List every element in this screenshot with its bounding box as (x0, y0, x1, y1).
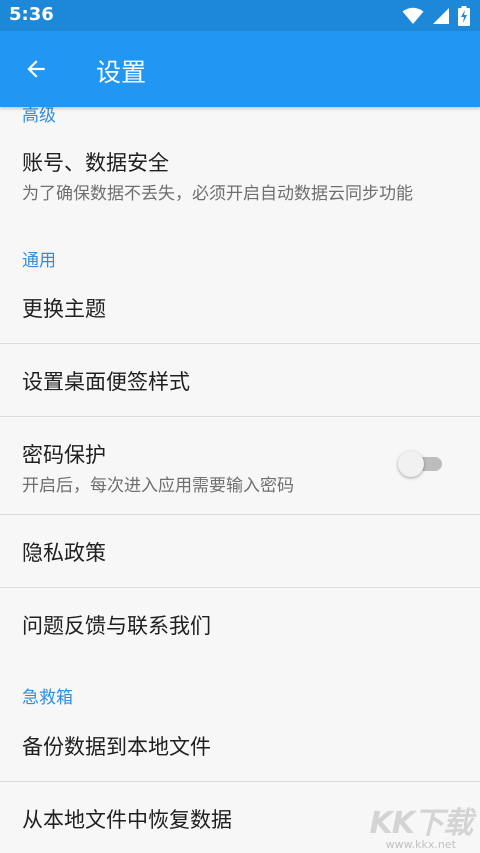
watermark: KK下载 www.kkx.net (370, 798, 473, 851)
watermark-logo: KK下载 (369, 806, 473, 841)
section-header-advanced: 高级 (22, 107, 56, 126)
item-title: 备份数据到本地文件 (22, 735, 211, 759)
status-time: 5:36 (9, 4, 54, 25)
page-title: 设置 (96, 58, 147, 87)
item-title: 账号、数据安全 (22, 151, 169, 175)
app-bar: 设置 (0, 31, 480, 107)
settings-item-privacy-policy[interactable]: 隐私政策 (0, 515, 480, 587)
section-header-emergency: 急救箱 (22, 688, 73, 708)
item-subtitle: 为了确保数据不丢失，必须开启自动数据云同步功能 (22, 184, 413, 204)
item-subtitle: 开启后，每次进入应用需要输入密码 (22, 476, 294, 496)
toggle-thumb (398, 451, 424, 477)
settings-item-widget-style[interactable]: 设置桌面便签样式 (0, 344, 480, 416)
item-title: 设置桌面便签样式 (22, 370, 190, 394)
settings-list[interactable]: 高级 账号、数据安全 为了确保数据不丢失，必须开启自动数据云同步功能 通用 更换… (0, 107, 480, 853)
password-toggle-switch[interactable] (398, 451, 446, 477)
battery-charging-icon (458, 6, 470, 26)
settings-item-theme[interactable]: 更换主题 (0, 279, 480, 343)
settings-item-feedback[interactable]: 问题反馈与联系我们 (0, 588, 480, 660)
section-header-general: 通用 (22, 251, 56, 271)
settings-item-backup[interactable]: 备份数据到本地文件 (0, 717, 480, 781)
item-title: 问题反馈与联系我们 (22, 614, 211, 638)
item-title: 隐私政策 (22, 541, 106, 565)
wifi-icon (402, 7, 424, 24)
arrow-back-icon (27, 60, 45, 78)
back-button[interactable] (14, 47, 58, 91)
settings-item-password-protection[interactable]: 密码保护 开启后，每次进入应用需要输入密码 (0, 417, 480, 514)
settings-item-account-security[interactable]: 账号、数据安全 为了确保数据不丢失，必须开启自动数据云同步功能 (0, 135, 480, 215)
status-icons (402, 6, 470, 26)
cell-signal-icon (433, 8, 449, 24)
item-title: 密码保护 (22, 443, 106, 467)
status-bar: 5:36 (0, 0, 480, 31)
item-title: 从本地文件中恢复数据 (22, 808, 232, 832)
item-title: 更换主题 (22, 297, 106, 321)
